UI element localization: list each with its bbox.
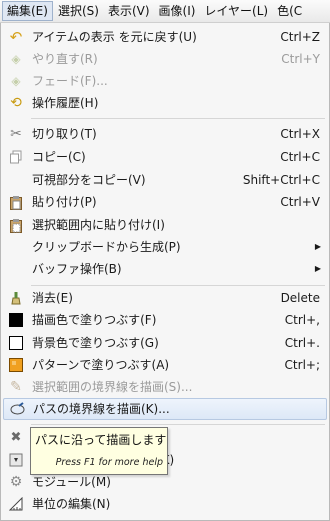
menu-item-label: 貼り付け(P) bbox=[32, 195, 97, 209]
menu-item-fade[interactable]: ◈ フェード(F)... bbox=[2, 70, 328, 92]
menu-item-label: クリップボードから生成(P) bbox=[32, 240, 181, 254]
menu-item-buffer[interactable]: バッファ操作(B) ▶ bbox=[2, 258, 328, 280]
input-devices-icon bbox=[8, 452, 24, 468]
menu-item-copy-visible[interactable]: 可視部分をコピー(V) Shift+Ctrl+C bbox=[2, 169, 328, 191]
menu-item-label: コピー(C) bbox=[32, 150, 86, 164]
submenu-arrow-icon: ▶ bbox=[314, 242, 321, 251]
menu-item-redo[interactable]: ◈ やり直す(R) Ctrl+Y bbox=[2, 48, 328, 70]
menu-item-paste[interactable]: 貼り付け(P) Ctrl+V bbox=[2, 191, 328, 213]
menu-item-label: 選択範囲の境界線を描画(S)... bbox=[32, 380, 193, 394]
menu-item-stroke-selection[interactable]: ✎ 選択範囲の境界線を描画(S)... bbox=[2, 376, 328, 398]
copy-icon bbox=[8, 149, 24, 165]
menu-item-cut[interactable]: ✂ 切り取り(T) Ctrl+X bbox=[2, 123, 328, 145]
menu-item-shortcut: Ctrl+, bbox=[284, 313, 320, 327]
menu-item-shortcut: Ctrl+C bbox=[280, 150, 320, 164]
menu-item-label: 消去(E) bbox=[32, 291, 73, 305]
paste-into-icon bbox=[8, 217, 24, 233]
menubar: 編集(E) 選択(S) 表示(V) 画像(I) レイヤー(L) 色(C bbox=[0, 0, 330, 23]
menu-item-shortcut: Ctrl+Y bbox=[281, 52, 320, 66]
menu-item-shortcut: Ctrl+V bbox=[280, 195, 320, 209]
menu-item-shortcut: Ctrl+. bbox=[284, 336, 320, 350]
separator bbox=[31, 118, 325, 119]
menu-item-fill-fg[interactable]: 描画色で塗りつぶす(F) Ctrl+, bbox=[2, 309, 328, 331]
menu-item-label: 背景色で塗りつぶす(G) bbox=[32, 336, 159, 350]
fade-icon: ◈ bbox=[11, 74, 21, 88]
menu-item-units[interactable]: 単位の編集(N) bbox=[2, 493, 328, 515]
stroke-path-icon bbox=[9, 401, 25, 417]
menu-item-clear[interactable]: 消去(E) Delete bbox=[2, 287, 328, 309]
menu-item-label: 操作履歴(H) bbox=[32, 96, 99, 110]
menu-item-label: 可視部分をコピー(V) bbox=[32, 173, 146, 187]
cut-icon: ✂ bbox=[10, 126, 22, 142]
menu-item-paste-as[interactable]: クリップボードから生成(P) ▶ bbox=[2, 236, 328, 258]
menu-item-history[interactable]: ⟲ 操作履歴(H) bbox=[2, 92, 328, 114]
redo-icon: ◈ bbox=[11, 52, 21, 66]
clear-icon bbox=[8, 290, 24, 306]
menu-item-label: フェード(F)... bbox=[32, 74, 108, 88]
menu-item-label: 単位の編集(N) bbox=[32, 497, 111, 511]
menu-item-label: 描画色で塗りつぶす(F) bbox=[32, 313, 157, 327]
fg-fill-icon bbox=[8, 312, 24, 328]
undo-icon: ↶ bbox=[9, 28, 23, 46]
submenu-arrow-icon: ▶ bbox=[314, 264, 321, 273]
preferences-icon: ✖ bbox=[10, 430, 22, 445]
menu-item-label: パターンで塗りつぶす(A) bbox=[32, 358, 170, 372]
menu-item-label: 選択範囲内に貼り付け(I) bbox=[32, 218, 165, 232]
menu-image[interactable]: 画像(I) bbox=[155, 1, 200, 21]
tooltip: パスに沿って描画します Press F1 for more help bbox=[30, 427, 168, 475]
menu-item-label: 切り取り(T) bbox=[32, 127, 97, 141]
modules-icon: ⚙ bbox=[9, 474, 23, 490]
menu-view[interactable]: 表示(V) bbox=[104, 1, 154, 21]
menu-item-label: やり直す(R) bbox=[32, 52, 98, 66]
menu-select[interactable]: 選択(S) bbox=[54, 1, 103, 21]
menu-item-shortcut: Ctrl+X bbox=[280, 127, 320, 141]
menu-item-label: アイテムの表示 を元に戻す(U) bbox=[32, 30, 197, 44]
paste-icon bbox=[8, 194, 24, 210]
menu-item-shortcut: Delete bbox=[280, 291, 320, 305]
bg-fill-icon bbox=[8, 335, 24, 351]
menu-edit[interactable]: 編集(E) bbox=[2, 1, 53, 21]
menu-item-fill-bg[interactable]: 背景色で塗りつぶす(G) Ctrl+. bbox=[2, 332, 328, 354]
menu-colors[interactable]: 色(C bbox=[273, 1, 306, 21]
menu-item-copy[interactable]: コピー(C) Ctrl+C bbox=[2, 146, 328, 168]
menu-layer[interactable]: レイヤー(L) bbox=[200, 1, 272, 21]
separator bbox=[31, 424, 325, 425]
separator bbox=[31, 285, 325, 286]
menu-item-stroke-path[interactable]: パスの境界線を描画(K)... bbox=[3, 398, 327, 420]
menu-item-paste-into[interactable]: 選択範囲内に貼り付け(I) bbox=[2, 214, 328, 236]
tooltip-title: パスに沿って描画します bbox=[35, 433, 167, 447]
menu-item-undo[interactable]: ↶ アイテムの表示 を元に戻す(U) Ctrl+Z bbox=[2, 26, 328, 48]
menu-item-input-devices[interactable] bbox=[2, 449, 26, 471]
pattern-fill-icon bbox=[8, 357, 24, 373]
history-icon: ⟲ bbox=[10, 95, 22, 111]
menu-item-label: バッファ操作(B) bbox=[32, 262, 122, 276]
menu-item-shortcut: Ctrl+; bbox=[284, 358, 320, 372]
menu-item-label: パスの境界線を描画(K)... bbox=[33, 402, 170, 416]
units-icon bbox=[8, 496, 24, 512]
menu-item-fill-pattern[interactable]: パターンで塗りつぶす(A) Ctrl+; bbox=[2, 354, 328, 376]
menu-item-shortcut: Shift+Ctrl+C bbox=[242, 173, 320, 187]
stroke-selection-icon: ✎ bbox=[10, 379, 22, 395]
menu-item-shortcut: Ctrl+Z bbox=[280, 30, 320, 44]
tooltip-hint: Press F1 for more help bbox=[55, 457, 163, 468]
